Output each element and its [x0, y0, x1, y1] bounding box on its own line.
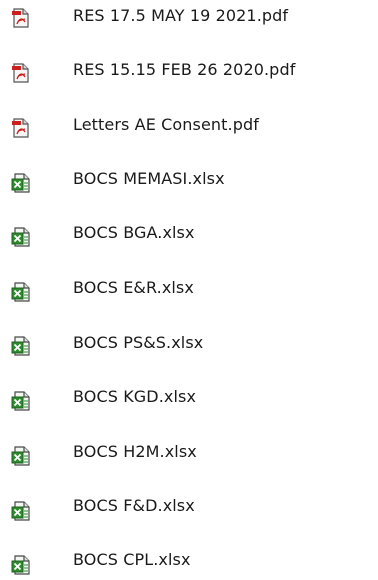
- file-item[interactable]: BOCS MEMASI.xlsx: [0, 159, 378, 199]
- file-item[interactable]: BOCS PS&S.xlsx: [0, 323, 378, 363]
- file-name: BOCS CPL.xlsx: [73, 550, 191, 569]
- file-item[interactable]: Letters AE Consent.pdf: [0, 105, 378, 145]
- excel-file-icon: [10, 281, 32, 303]
- file-name: BOCS MEMASI.xlsx: [73, 169, 225, 188]
- pdf-file-icon: [10, 7, 32, 29]
- file-name: BOCS PS&S.xlsx: [73, 333, 204, 352]
- file-item[interactable]: RES 15.15 FEB 26 2020.pdf: [0, 50, 378, 90]
- file-name: BOCS H2M.xlsx: [73, 442, 197, 461]
- excel-file-icon: [10, 500, 32, 522]
- file-name: Letters AE Consent.pdf: [73, 115, 259, 134]
- file-item[interactable]: BOCS BGA.xlsx: [0, 213, 378, 253]
- file-name: RES 17.5 MAY 19 2021.pdf: [73, 6, 289, 25]
- excel-file-icon: [10, 390, 32, 412]
- file-list: RES 17.5 MAY 19 2021.pdf RES 15.15 FEB 2…: [0, 0, 378, 577]
- file-name: RES 15.15 FEB 26 2020.pdf: [73, 60, 296, 79]
- excel-file-icon: [10, 226, 32, 248]
- file-item[interactable]: BOCS F&D.xlsx: [0, 486, 378, 526]
- pdf-file-icon: [10, 62, 32, 84]
- file-name: BOCS E&R.xlsx: [73, 278, 194, 297]
- file-item[interactable]: RES 17.5 MAY 19 2021.pdf: [0, 0, 378, 36]
- file-item[interactable]: BOCS CPL.xlsx: [0, 540, 378, 580]
- file-item[interactable]: BOCS E&R.xlsx: [0, 268, 378, 308]
- file-name: BOCS F&D.xlsx: [73, 496, 195, 515]
- file-item[interactable]: BOCS H2M.xlsx: [0, 432, 378, 472]
- file-name: BOCS BGA.xlsx: [73, 223, 195, 242]
- excel-file-icon: [10, 445, 32, 467]
- excel-file-icon: [10, 335, 32, 357]
- excel-file-icon: [10, 554, 32, 576]
- file-name: BOCS KGD.xlsx: [73, 387, 197, 406]
- file-item[interactable]: BOCS KGD.xlsx: [0, 377, 378, 417]
- pdf-file-icon: [10, 117, 32, 139]
- excel-file-icon: [10, 172, 32, 194]
